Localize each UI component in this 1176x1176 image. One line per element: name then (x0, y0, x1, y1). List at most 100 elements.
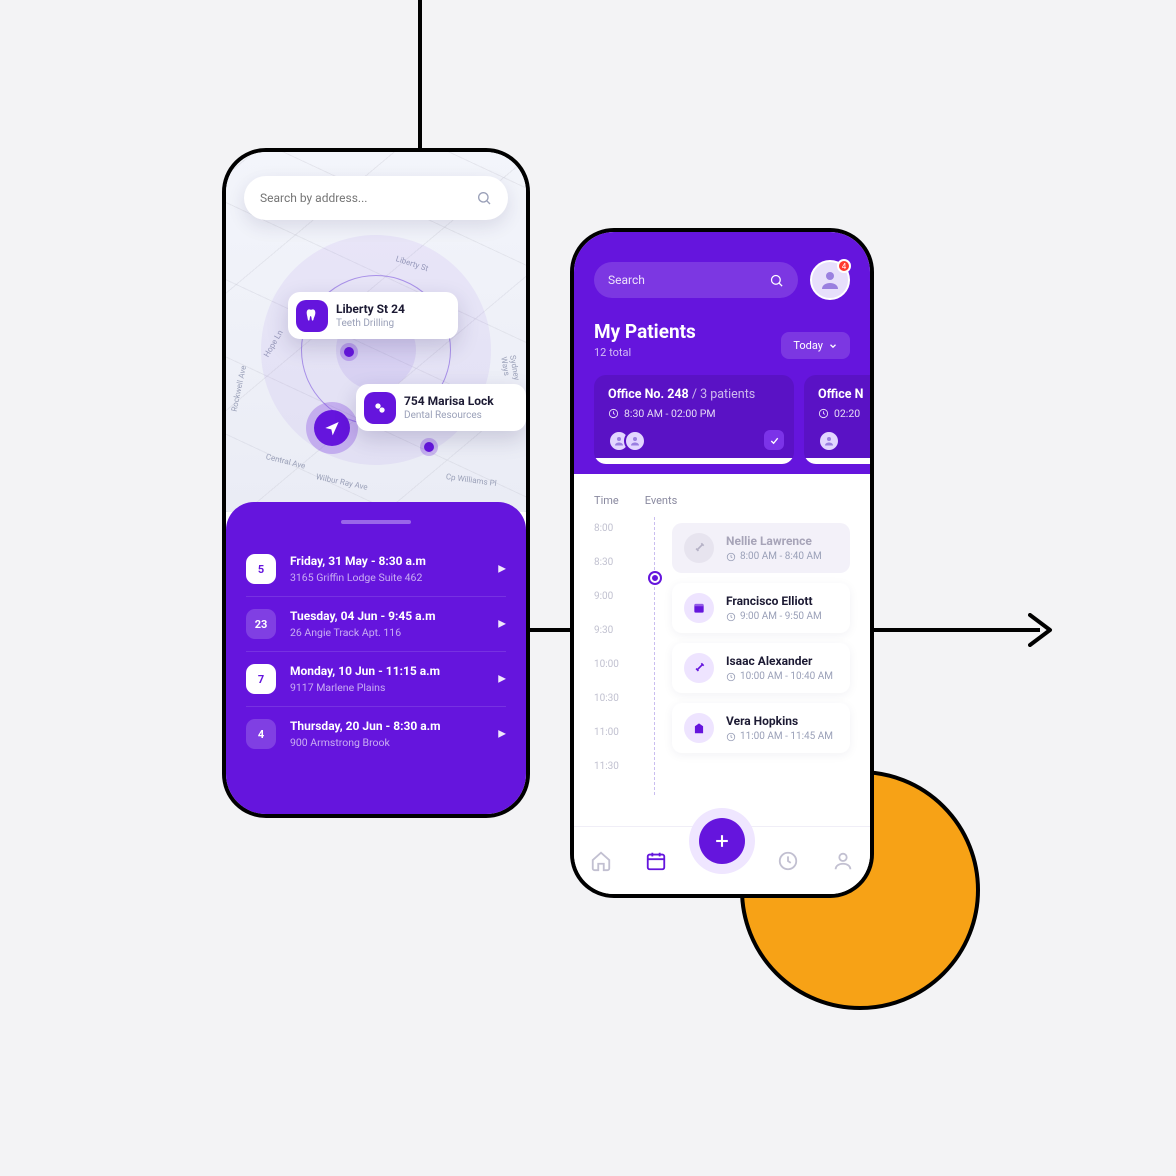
street-label: Central Ave (265, 452, 306, 471)
appointment-address: 900 Armstrong Brook (290, 736, 441, 749)
decorative-vertical-line (418, 0, 422, 165)
appointment-row[interactable]: 4 Thursday, 20 Jun - 8:30 a.m 900 Armstr… (246, 706, 506, 761)
search-icon (769, 273, 784, 288)
patient-avatars (608, 430, 780, 452)
day-badge: 7 (246, 664, 276, 694)
office-card[interactable]: Office N 02:20 (804, 375, 874, 464)
chevron-right-icon: ▶ (498, 674, 506, 685)
clock-icon (726, 552, 736, 562)
tab-calendar[interactable] (645, 850, 667, 872)
clock-icon (818, 408, 829, 419)
column-header-time: Time (594, 494, 619, 507)
phone-map-schedule: Liberty St Hope Ln Central Ave Wilbur Ra… (222, 148, 530, 818)
hour-ticks: 8:00 8:30 9:00 9:30 10:00 10:30 11:00 11… (594, 523, 644, 795)
event-time: 10:00 AM - 10:40 AM (740, 671, 833, 682)
clock-icon (726, 612, 736, 622)
event-time: 9:00 AM - 9:50 AM (740, 611, 822, 622)
office-patients: 3 patients (700, 387, 755, 402)
day-badge: 4 (246, 719, 276, 749)
map-pin-card[interactable]: 754 Marisa Lock Dental Resources (356, 384, 526, 431)
appointment-datetime: Tuesday, 04 Jun - 9:45 a.m (290, 609, 435, 623)
clock-icon (608, 408, 619, 419)
tab-home[interactable] (590, 850, 612, 872)
tab-history[interactable] (777, 850, 799, 872)
phone-patients-calendar: Search 4 My Patients 12 total Today (570, 228, 874, 898)
street-label: Sydney Ways (499, 354, 521, 382)
office-name: Office N (818, 387, 863, 402)
appointment-datetime: Monday, 10 Jun - 11:15 a.m (290, 664, 440, 678)
map-pin-dot[interactable] (344, 347, 354, 357)
profile-avatar[interactable]: 4 (810, 260, 850, 300)
page-title: My Patients (594, 320, 696, 343)
patient-name: Isaac Alexander (726, 654, 833, 668)
patient-name: Francisco Elliott (726, 594, 822, 608)
office-card[interactable]: Office No. 248 / 3 patients 8:30 AM - 02… (594, 375, 794, 464)
event-time: 8:00 AM - 8:40 AM (740, 551, 822, 562)
calendar-icon (684, 593, 714, 623)
office-hours: 02:20 (834, 407, 860, 420)
check-icon (764, 430, 784, 450)
appointment-address: 9117 Marlene Plains (290, 681, 440, 694)
chevron-right-icon: ▶ (498, 564, 506, 575)
search-patients[interactable]: Search (594, 262, 798, 298)
map-pin-card[interactable]: Liberty St 24 Teeth Drilling (288, 292, 458, 339)
map-area[interactable]: Liberty St Hope Ln Central Ave Wilbur Ra… (226, 152, 526, 512)
patient-name: Nellie Lawrence (726, 534, 822, 548)
pills-icon (364, 392, 396, 424)
chevron-right-icon: ▶ (498, 619, 506, 630)
office-carousel[interactable]: Office No. 248 / 3 patients 8:30 AM - 02… (594, 375, 850, 464)
schedule-sheet[interactable]: 5 Friday, 31 May - 8:30 a.m 3165 Griffin… (226, 502, 526, 814)
date-filter-label: Today (793, 339, 823, 352)
syringe-icon (684, 533, 714, 563)
office-name: Office No. 248 (608, 387, 689, 402)
map-pin-dot[interactable] (424, 442, 434, 452)
event-card[interactable]: Isaac Alexander 10:00 AM - 10:40 AM (672, 643, 850, 693)
search-placeholder: Search (608, 273, 645, 287)
chevron-down-icon (828, 341, 838, 351)
notification-badge: 4 (837, 259, 851, 273)
appointment-datetime: Friday, 31 May - 8:30 a.m (290, 554, 426, 568)
appointment-datetime: Thursday, 20 Jun - 8:30 a.m (290, 719, 441, 733)
search-icon (476, 190, 492, 206)
patient-name: Vera Hopkins (726, 714, 833, 728)
current-location[interactable] (314, 410, 350, 446)
timeline-rail (654, 517, 655, 795)
event-card[interactable]: Vera Hopkins 11:00 AM - 11:45 AM (672, 703, 850, 753)
appointment-row[interactable]: 5 Friday, 31 May - 8:30 a.m 3165 Griffin… (246, 542, 506, 596)
day-badge: 23 (246, 609, 276, 639)
patient-avatars (818, 430, 874, 452)
current-time-marker (650, 573, 660, 583)
appointment-address: 3165 Griffin Lodge Suite 462 (290, 571, 426, 584)
appointment-row[interactable]: 7 Monday, 10 Jun - 11:15 a.m 9117 Marlen… (246, 651, 506, 706)
add-button[interactable] (699, 818, 745, 864)
street-label: Wilbur Ray Ave (315, 472, 368, 492)
header: Search 4 My Patients 12 total Today (574, 232, 870, 474)
clock-icon (726, 732, 736, 742)
event-time: 11:00 AM - 11:45 AM (740, 731, 833, 742)
pin-title: 754 Marisa Lock (404, 394, 512, 408)
pin-title: Liberty St 24 (336, 302, 444, 316)
pin-subtitle: Dental Resources (404, 410, 512, 421)
event-card[interactable]: Francisco Elliott 9:00 AM - 9:50 AM (672, 583, 850, 633)
tab-profile[interactable] (832, 850, 854, 872)
tooth-icon (296, 300, 328, 332)
search-input[interactable] (260, 191, 476, 205)
appointment-row[interactable]: 23 Tuesday, 04 Jun - 9:45 a.m 26 Angie T… (246, 596, 506, 651)
office-hours: 8:30 AM - 02:00 PM (624, 407, 716, 420)
street-label: Cp Williams Pl (445, 472, 497, 488)
sheet-handle[interactable] (341, 520, 411, 524)
event-card[interactable]: Nellie Lawrence 8:00 AM - 8:40 AM (672, 523, 850, 573)
chevron-right-icon: ▶ (498, 729, 506, 740)
page-subtitle: 12 total (594, 346, 696, 359)
hospital-icon (684, 713, 714, 743)
street-label: Rockwell Ave (230, 365, 249, 413)
appointment-address: 26 Angie Track Apt. 116 (290, 626, 435, 639)
fab-wrapper (689, 808, 755, 874)
clock-icon (726, 672, 736, 682)
search-address[interactable] (244, 176, 508, 220)
column-header-events: Events (645, 494, 678, 507)
pin-subtitle: Teeth Drilling (336, 318, 444, 329)
date-filter-button[interactable]: Today (781, 332, 850, 359)
syringe-icon (684, 653, 714, 683)
day-badge: 5 (246, 554, 276, 584)
